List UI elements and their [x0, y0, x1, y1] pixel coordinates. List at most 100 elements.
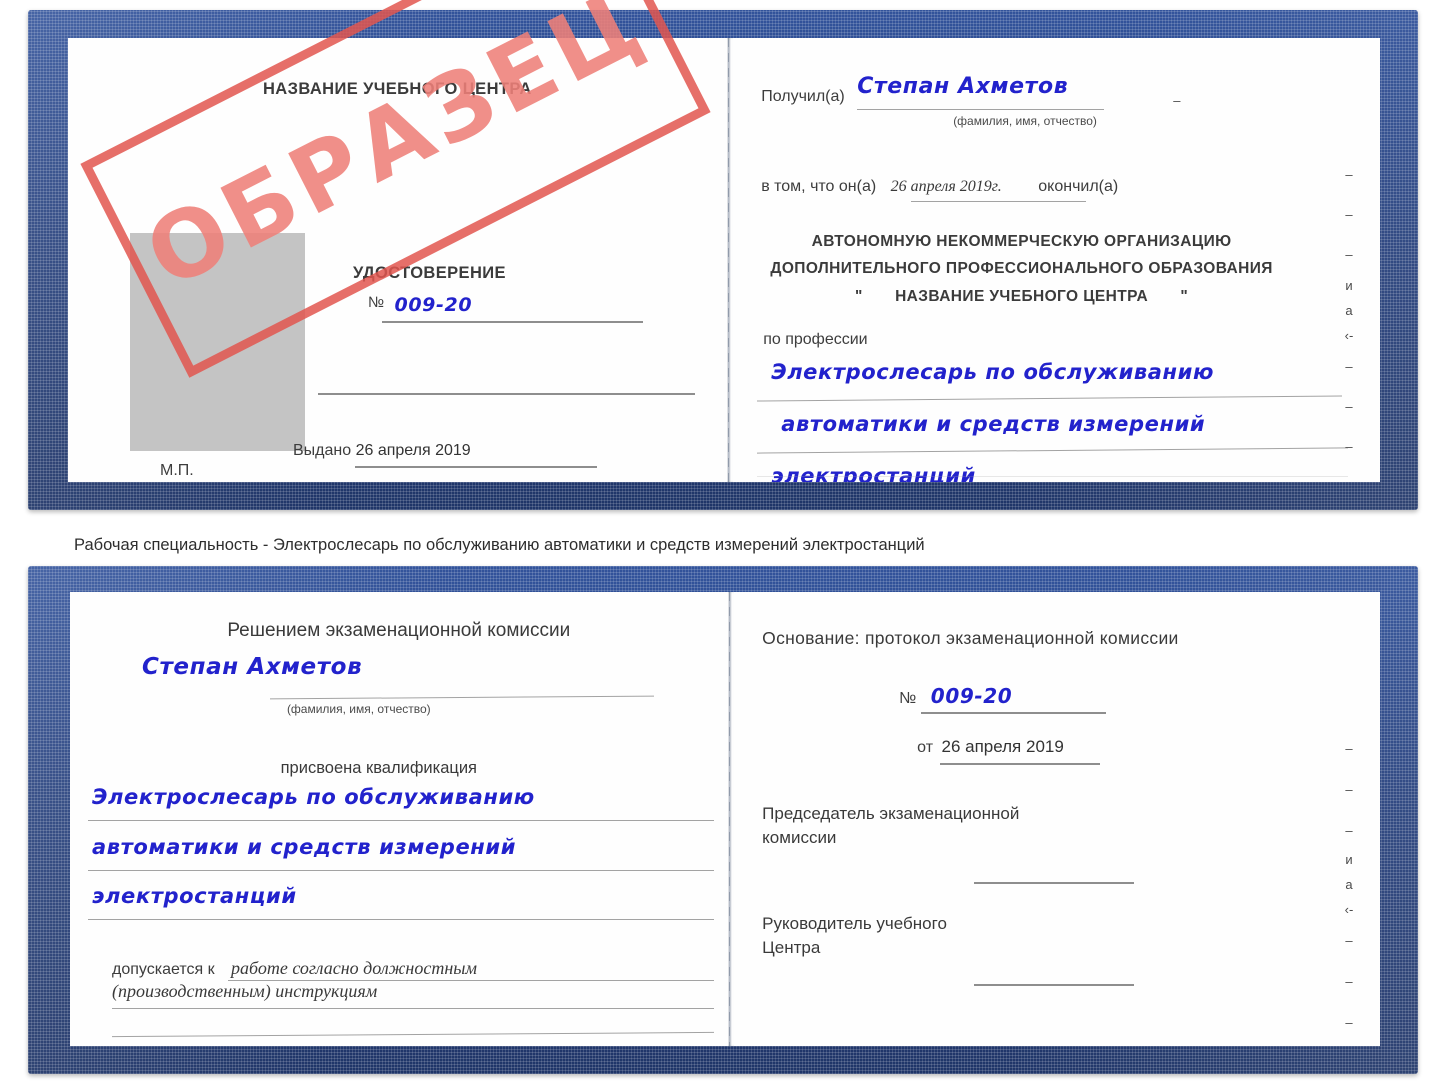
profession-label: по профессии	[763, 331, 868, 348]
protocol-number-rule	[921, 712, 1107, 714]
chairman-line-2: комиссии	[762, 828, 837, 848]
certificate-booklet: НАЗВАНИЕ УЧЕБНОГО ЦЕНТРА УДОСТОВЕРЕНИЕ №…	[28, 0, 1418, 510]
basis-label: Основание: протокол экзаменационной коми…	[762, 628, 1179, 648]
margin-fragment: –	[1345, 933, 1353, 948]
admitted-rule-3	[112, 1031, 714, 1038]
blank-rule-1	[318, 393, 695, 395]
protocol-date-label: от	[917, 739, 934, 756]
image-caption: Рабочая специальность - Электрослесарь п…	[74, 536, 925, 554]
certificate-spine-crease	[726, 38, 731, 482]
margin-fragment: –	[1345, 359, 1353, 374]
organisation-name-row: " НАЗВАНИЕ УЧЕБНОГО ЦЕНТРА "	[733, 288, 1310, 306]
protocol-margin-fragments: – – – и а ‹- – – –	[1336, 742, 1362, 1029]
received-label: Получил(а)	[761, 88, 845, 105]
protocol-name-rule	[270, 695, 654, 700]
protocol-right-page: Основание: протокол экзаменационной коми…	[734, 592, 1380, 1046]
profession-line-1: Электрослесарь по обслуживанию	[771, 360, 1214, 384]
margin-fragment: ‹-	[1344, 328, 1354, 343]
margin-fragments: – – – и а ‹- – – –	[1336, 168, 1362, 453]
protocol-pages: Решением экзаменационной комиссии Степан…	[70, 592, 1380, 1046]
organisation-line-2: ДОПОЛНИТЕЛЬНОГО ПРОФЕССИОНАЛЬНОГО ОБРАЗО…	[770, 260, 1273, 277]
margin-fragment: –	[1345, 207, 1353, 222]
head-line-2: Центра	[762, 938, 821, 958]
seal-place-label: М.П.	[160, 462, 194, 479]
organisation-line-1: АВТОНОМНУЮ НЕКОММЕРЧЕСКУЮ ОРГАНИЗАЦИЮ	[811, 233, 1232, 250]
received-name-value: Степан Ахметов	[857, 74, 1069, 99]
head-signature-rule	[974, 984, 1135, 986]
finished-label: окончил(а)	[1038, 178, 1119, 195]
in-that-value: 26 апреля 2019г.	[890, 178, 1002, 195]
margin-fragment: ‹-	[1344, 902, 1354, 917]
quote-close: "	[1180, 288, 1189, 305]
protocol-name-value: Степан Ахметов	[142, 654, 363, 680]
issue-date-row: Выдано 26 апреля 2019	[293, 442, 623, 468]
protocol-left-page: Решением экзаменационной комиссии Степан…	[70, 592, 728, 1046]
head-label: Руководитель учебного Центра	[762, 912, 947, 960]
received-rule	[857, 109, 1105, 110]
qualification-line-2: автоматики и средств измерений	[92, 835, 517, 859]
certificate-left-page: НАЗВАНИЕ УЧЕБНОГО ЦЕНТРА УДОСТОВЕРЕНИЕ №…	[68, 38, 727, 482]
profession-rule-2	[757, 447, 1348, 454]
margin-fragment: –	[1345, 439, 1353, 454]
quote-open: "	[855, 288, 863, 305]
qualification-line-1: Электрослесарь по обслуживанию	[92, 785, 535, 809]
in-that-row: в том, что он(а) 26 апреля 2019г. окончи…	[761, 178, 1241, 202]
protocol-booklet: Решением экзаменационной комиссии Степан…	[28, 566, 1418, 1074]
admitted-rule-2	[112, 1008, 714, 1009]
chairman-line-1: Председатель экзаменационной	[762, 804, 1020, 823]
issued-label: Выдано	[293, 442, 352, 459]
margin-fragment: и	[1345, 852, 1353, 867]
qualification-rule-3	[88, 919, 714, 920]
admitted-value-line-1: работе согласно должностным	[231, 958, 477, 978]
margin-fragment: –	[1345, 1015, 1353, 1030]
protocol-spine-crease	[727, 592, 732, 1046]
issue-date-rule	[355, 466, 597, 468]
qualification-label: присвоена квалификация	[280, 759, 477, 777]
admitted-row: допускается к работе согласно должностны…	[112, 958, 714, 1009]
qualification-rule-1	[88, 820, 714, 821]
protocol-date-row: от 26 апреля 2019	[917, 737, 1207, 765]
protocol-number-row: № 009-20	[899, 684, 1189, 714]
certificate-number-rule	[382, 321, 643, 323]
margin-fragment: а	[1345, 303, 1353, 318]
margin-fragment: –	[1345, 782, 1353, 797]
certificate-number-row: № 009-20	[368, 294, 643, 323]
margin-fragment: –	[1345, 247, 1353, 262]
margin-fragment: –	[1345, 741, 1353, 756]
in-that-label: в том, что он(а)	[761, 178, 877, 195]
margin-fragment: –	[1345, 399, 1353, 414]
photo-placeholder	[130, 233, 305, 451]
certificate-right-page: Получил(а) Степан Ахметов (фамилия, имя,…	[733, 38, 1380, 482]
profession-rule-1	[757, 395, 1342, 402]
document-type-label: УДОСТОВЕРЕНИЕ	[353, 264, 506, 282]
protocol-number-value: 009-20	[930, 684, 1013, 708]
organisation-name: НАЗВАНИЕ УЧЕБНОГО ЦЕНТРА	[895, 288, 1149, 305]
margin-fragment: –	[1345, 167, 1353, 182]
certificate-pages: НАЗВАНИЕ УЧЕБНОГО ЦЕНТРА УДОСТОВЕРЕНИЕ №…	[68, 38, 1380, 482]
protocol-date-rule	[940, 763, 1101, 765]
head-line-1: Руководитель учебного	[762, 914, 947, 933]
qualification-line-3: электростанций	[92, 884, 297, 908]
fio-hint: (фамилия, имя, отчество)	[953, 114, 1097, 128]
admitted-label: допускается к	[112, 961, 215, 978]
commission-heading: Решением экзаменационной комиссии	[227, 620, 571, 641]
margin-fragment: а	[1345, 877, 1353, 892]
in-that-rule	[911, 201, 1087, 202]
received-margin-dash: –	[1173, 93, 1181, 108]
chairman-signature-rule	[974, 882, 1135, 884]
number-symbol: №	[368, 294, 385, 311]
margin-fragment: –	[1345, 974, 1353, 989]
profession-line-2: автоматики и средств измерений	[781, 412, 1206, 436]
protocol-fio-hint: (фамилия, имя, отчество)	[286, 702, 431, 716]
received-row: Получил(а) Степан Ахметов (фамилия, имя,…	[761, 74, 1216, 128]
margin-fragment: –	[1345, 823, 1353, 838]
admitted-rule-1	[228, 980, 714, 981]
protocol-number-symbol: №	[899, 690, 917, 707]
profession-rule-3	[757, 476, 1348, 477]
profession-line-3: электростанций	[771, 464, 976, 482]
protocol-date-value: 26 апреля 2019	[941, 737, 1064, 756]
training-center-title: НАЗВАНИЕ УЧЕБНОГО ЦЕНТРА	[262, 80, 532, 98]
chairman-label: Председатель экзаменационной комиссии	[762, 802, 1019, 850]
admitted-value-line-2: (производственным) инструкциям	[112, 981, 378, 1001]
certificate-number-value: 009-20	[394, 294, 473, 316]
